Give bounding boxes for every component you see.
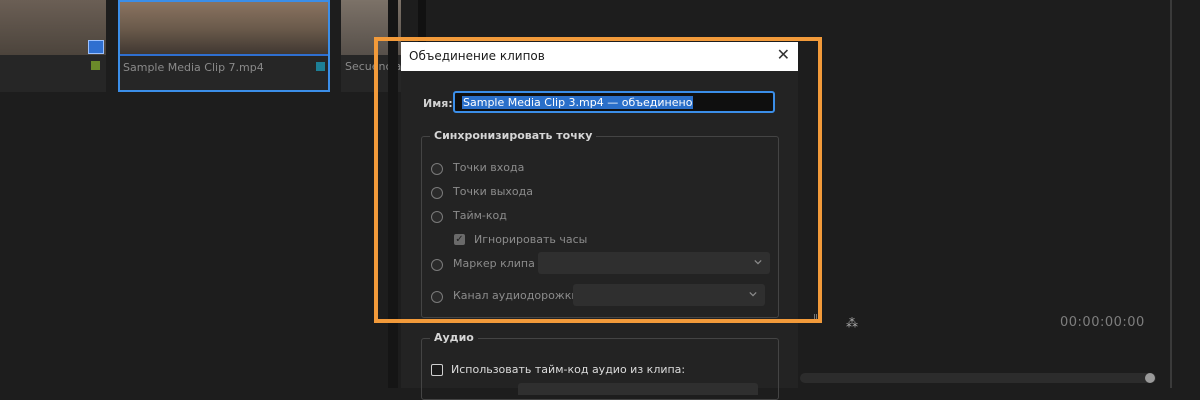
radio-button[interactable] [431, 163, 443, 175]
dialog-titlebar: Объединение клипов ✕ [401, 42, 798, 71]
resize-grip-icon[interactable] [814, 314, 822, 320]
timeline-scrollbar[interactable] [800, 373, 1156, 383]
name-input-value: Sample Media Clip 3.mp4 — объединено [462, 96, 694, 109]
name-input[interactable]: Sample Media Clip 3.mp4 — объединено [453, 91, 775, 113]
close-icon[interactable]: ✕ [777, 46, 790, 64]
checkbox-label: Игнорировать часы [474, 233, 588, 246]
panel-divider [388, 0, 398, 388]
radio-label: Точки выхода [453, 185, 533, 198]
radio-button[interactable] [431, 187, 443, 199]
chevron-down-icon [754, 259, 762, 265]
radio-button[interactable] [431, 291, 443, 303]
sync-point-legend: Синхронизировать точку [430, 129, 597, 142]
radio-button[interactable] [431, 259, 443, 271]
clip-thumbnail-image [120, 2, 328, 56]
clip-thumbnail-2[interactable]: Sample Media Clip 7.mp4 [118, 0, 330, 92]
panel-divider [1170, 0, 1172, 388]
ignore-hours-checkbox[interactable]: ✓ [454, 234, 465, 245]
audio-legend: Аудио [430, 331, 478, 344]
label-color-swatch [316, 62, 325, 71]
chevron-down-icon [749, 291, 757, 297]
use-audio-timecode-checkbox[interactable] [431, 364, 443, 376]
audio-channel-select[interactable] [573, 284, 765, 306]
clip-badge-icon [88, 40, 104, 54]
label-color-swatch [91, 61, 100, 70]
checkbox-label: Использовать тайм-код аудио из клипа: [451, 363, 686, 376]
name-label: Имя: [423, 97, 453, 110]
scrollbar-handle[interactable] [1145, 373, 1155, 383]
playhead-bar [120, 54, 328, 56]
radio-label: Тайм-код [453, 209, 507, 222]
clip-marker-select[interactable] [538, 252, 770, 274]
sync-point-group: Синхронизировать точку Точки входа Точки… [421, 129, 779, 318]
dialog-title: Объединение клипов [409, 49, 545, 63]
panel-divider [418, 0, 426, 42]
timecode-display: 00:00:00:00 [1060, 315, 1145, 330]
clip-thumbnail-1[interactable] [0, 0, 106, 92]
clip-label: Sample Media Clip 7.mp4 [123, 61, 264, 74]
audio-waveform-icon[interactable]: ⁂ [846, 316, 858, 330]
audio-clip-select[interactable] [518, 383, 758, 395]
radio-label: Канал аудиодорожки [453, 289, 579, 302]
radio-button[interactable] [431, 211, 443, 223]
radio-label: Точки входа [453, 161, 525, 174]
merge-clips-dialog: Объединение клипов ✕ Имя: Sample Media C… [401, 42, 798, 400]
audio-group: Аудио Использовать тайм-код аудио из кли… [421, 331, 779, 400]
radio-label: Маркер клипа [453, 257, 535, 270]
